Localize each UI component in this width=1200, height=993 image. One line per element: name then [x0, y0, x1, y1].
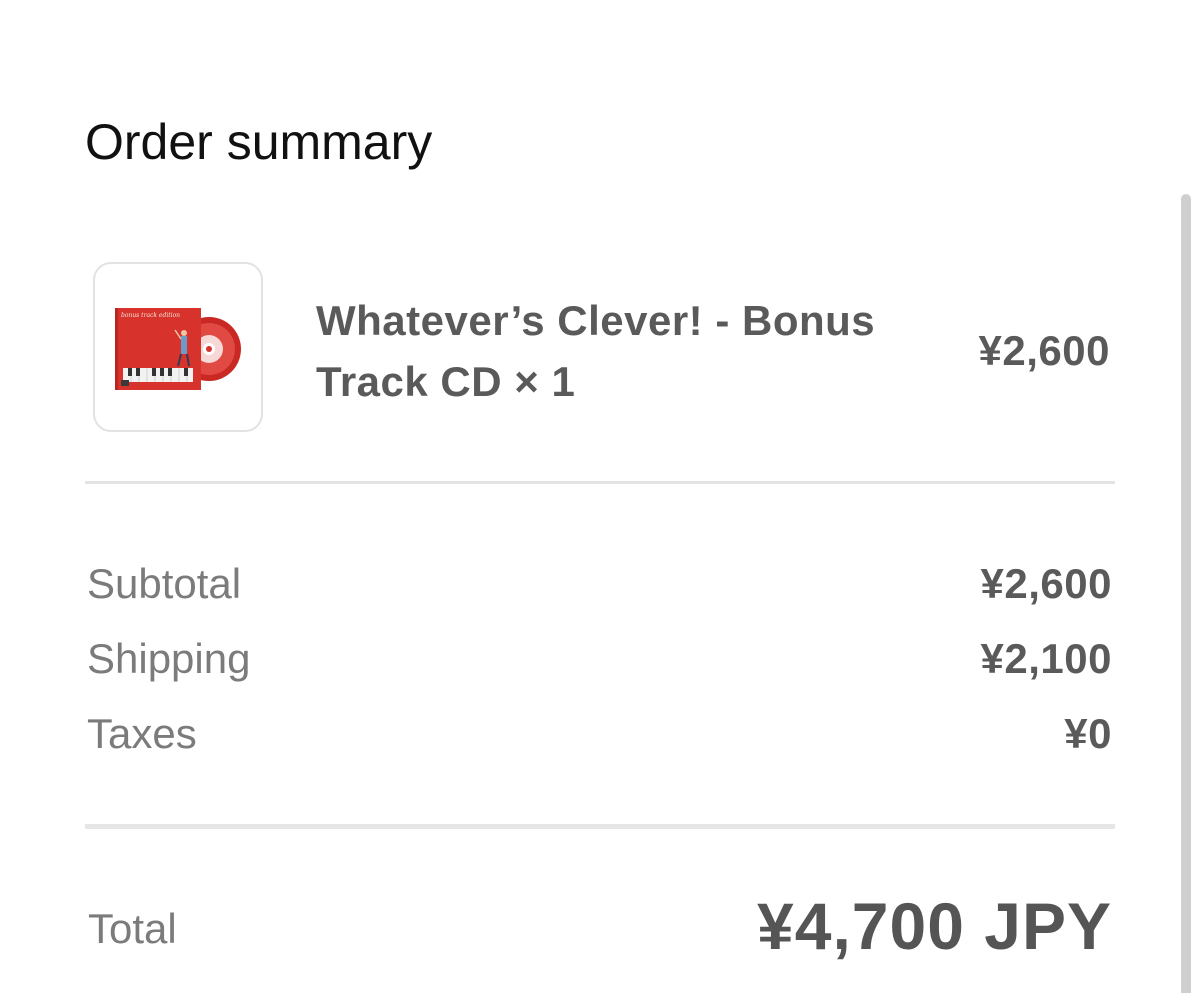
line-item-name: Whatever’s Clever! - Bonus Track CD × 1	[316, 297, 876, 405]
taxes-label: Taxes	[87, 710, 197, 757]
subtotal-value: ¥2,600	[980, 560, 1112, 607]
product-thumbnail: bonus track edition	[93, 262, 263, 432]
shipping-value: ¥2,100	[980, 635, 1112, 682]
total-value: ¥4,700 JPY	[757, 889, 1112, 963]
total-label: Total	[88, 905, 177, 952]
divider	[85, 824, 1115, 829]
page-title: Order summary	[85, 114, 433, 170]
scrollbar[interactable]	[1181, 194, 1191, 993]
cover-edition-text: bonus track edition	[121, 312, 180, 319]
album-cover-image: bonus track edition	[115, 308, 241, 390]
shipping-label: Shipping	[87, 635, 251, 682]
divider	[85, 481, 1115, 484]
taxes-value: ¥0	[1064, 710, 1112, 757]
line-item-price: ¥2,600	[978, 327, 1110, 374]
subtotal-label: Subtotal	[87, 560, 242, 607]
